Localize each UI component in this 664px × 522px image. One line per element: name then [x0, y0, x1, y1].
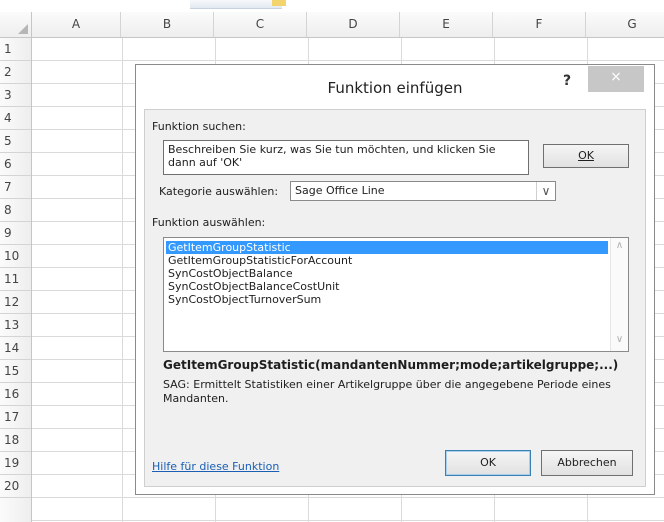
row-header[interactable]: 11: [0, 268, 31, 291]
column-header-f[interactable]: F: [493, 12, 586, 37]
row-header[interactable]: 12: [0, 291, 31, 314]
dialog-titlebar[interactable]: Funktion einfügen ? ×: [136, 65, 654, 109]
insert-function-dialog: Funktion einfügen ? × Funktion suchen: B…: [135, 64, 655, 495]
function-list-item[interactable]: SynCostObjectTurnoverSum: [166, 293, 608, 306]
function-list-label: Funktion auswählen:: [152, 216, 266, 229]
chevron-down-icon[interactable]: ∨: [536, 182, 555, 200]
ribbon-highlight: [272, 0, 286, 6]
row-header[interactable]: 6: [0, 153, 31, 176]
row-header[interactable]: 20: [0, 475, 31, 498]
ribbon-tab-edge: [190, 0, 282, 9]
help-link[interactable]: Hilfe für diese Funktion: [152, 460, 279, 473]
row-header[interactable]: 9: [0, 222, 31, 245]
row-header[interactable]: 1: [0, 38, 31, 61]
close-button[interactable]: ×: [588, 66, 644, 92]
row-header[interactable]: 10: [0, 245, 31, 268]
function-signature: GetItemGroupStatistic(mandantenNummer;mo…: [163, 358, 619, 372]
column-header-bar: A B C D E F G: [0, 12, 664, 38]
category-label: Kategorie auswählen:: [159, 185, 279, 198]
dialog-body: Funktion suchen: Beschreiben Sie kurz, w…: [144, 109, 646, 487]
close-icon: ×: [610, 69, 622, 85]
scroll-down-icon[interactable]: ∨: [611, 334, 628, 345]
row-header[interactable]: 3: [0, 84, 31, 107]
column-header-c[interactable]: C: [214, 12, 307, 37]
row-header[interactable]: 16: [0, 383, 31, 406]
column-header-b[interactable]: B: [121, 12, 214, 37]
column-header-e[interactable]: E: [400, 12, 493, 37]
cancel-button[interactable]: Abbrechen: [541, 450, 633, 476]
function-search-input[interactable]: Beschreiben Sie kurz, was Sie tun möchte…: [163, 140, 529, 175]
help-button[interactable]: ?: [556, 73, 578, 95]
row-header[interactable]: 14: [0, 337, 31, 360]
function-list[interactable]: GetItemGroupStatistic GetItemGroupStatis…: [163, 237, 629, 352]
list-scrollbar[interactable]: ∧ ∨: [610, 238, 628, 351]
go-button[interactable]: OK: [543, 144, 629, 168]
column-header-g[interactable]: G: [586, 12, 664, 37]
row-header[interactable]: 2: [0, 61, 31, 84]
select-all-icon: [18, 24, 28, 34]
category-value: Sage Office Line: [295, 184, 385, 197]
row-header[interactable]: 8: [0, 199, 31, 222]
category-select[interactable]: Sage Office Line ∨: [290, 181, 556, 201]
select-all-button[interactable]: [0, 12, 32, 37]
row-header[interactable]: 7: [0, 176, 31, 199]
function-list-item[interactable]: GetItemGroupStatistic: [166, 241, 608, 254]
row-header[interactable]: 4: [0, 107, 31, 130]
go-button-label: OK: [578, 149, 594, 162]
function-list-item[interactable]: SynCostObjectBalanceCostUnit: [166, 280, 608, 293]
search-label: Funktion suchen:: [152, 120, 246, 133]
column-header-d[interactable]: D: [307, 12, 400, 37]
column-header-a[interactable]: A: [32, 12, 121, 37]
function-list-item[interactable]: GetItemGroupStatisticForAccount: [166, 254, 608, 267]
function-description: SAG: Ermittelt Statistiken einer Artikel…: [163, 378, 611, 405]
row-header[interactable]: 13: [0, 314, 31, 337]
row-header[interactable]: 19: [0, 452, 31, 475]
row-header[interactable]: 5: [0, 130, 31, 153]
ok-button[interactable]: OK: [445, 450, 531, 476]
scroll-up-icon[interactable]: ∧: [611, 240, 628, 251]
row-header-bar: 1 2 3 4 5 6 7 8 9 10 11 12 13 14 15 16 1…: [0, 38, 32, 522]
function-list-item[interactable]: SynCostObjectBalance: [166, 267, 608, 280]
ribbon-edge: [0, 0, 664, 12]
row-header[interactable]: 18: [0, 429, 31, 452]
row-header[interactable]: 17: [0, 406, 31, 429]
row-header[interactable]: 15: [0, 360, 31, 383]
